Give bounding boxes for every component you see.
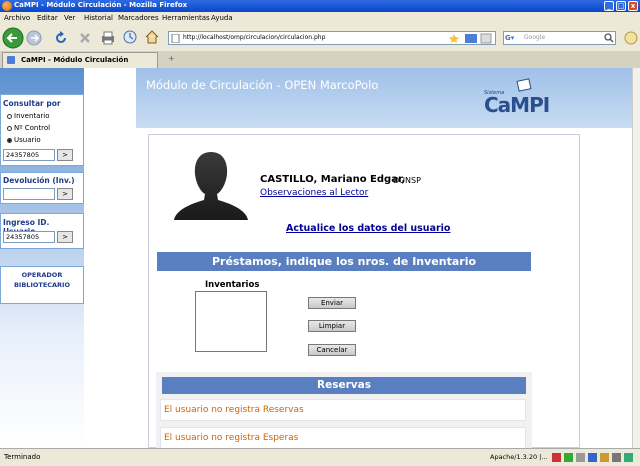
operador-line1: OPERADOR	[21, 271, 63, 279]
menu-ver[interactable]: Ver	[64, 14, 75, 22]
tab-favicon-icon	[7, 56, 15, 64]
menu-bar: Archivo Editar Ver Historial Marcadores …	[0, 12, 640, 25]
no-esperas-message: El usuario no registra Esperas	[160, 427, 526, 449]
back-forward-icon[interactable]	[2, 27, 46, 49]
enviar-button[interactable]: Enviar	[308, 297, 356, 309]
reservas-heading: Reservas	[162, 377, 526, 394]
menu-historial[interactable]: Historial	[84, 14, 113, 22]
reload-icon[interactable]	[54, 31, 68, 45]
search-placeholder: Google	[524, 34, 546, 41]
window-title: CaMPI - Módulo Circulación - Mozilla Fir…	[14, 1, 188, 9]
consultar-go-button[interactable]: >	[57, 149, 73, 161]
observaciones-link[interactable]: Observaciones al Lector	[260, 188, 368, 198]
google-icon: G▾	[505, 34, 515, 42]
menu-ayuda[interactable]: Ayuda	[211, 14, 233, 22]
devolucion-input[interactable]	[3, 188, 55, 200]
consultar-input[interactable]: 24357805	[3, 149, 55, 161]
user-avatar-icon	[174, 152, 248, 220]
menu-editar[interactable]: Editar	[37, 14, 58, 22]
bookmark-star-icon[interactable]	[449, 33, 493, 44]
page-icon	[171, 34, 180, 43]
module-title: Módulo de Circulación - OPEN MarcoPolo	[146, 78, 379, 92]
campi-logo: Sistema CaMPI	[482, 78, 562, 118]
vertical-scrollbar[interactable]	[632, 68, 640, 448]
search-box[interactable]: G▾ Google	[503, 31, 616, 45]
maximize-button[interactable]: □	[616, 1, 626, 11]
ingreso-go-button[interactable]: >	[57, 231, 73, 243]
logo-big-text: CaMPI	[484, 93, 550, 117]
stop-icon[interactable]	[78, 31, 92, 45]
print-icon[interactable]	[100, 31, 116, 45]
devolucion-go-button[interactable]: >	[57, 188, 73, 200]
extension-icon[interactable]	[624, 31, 638, 45]
tab-campi[interactable]: CaMPI - Módulo Circulación	[2, 52, 158, 68]
radio-icon	[7, 113, 12, 119]
cancelar-button[interactable]: Cancelar	[308, 344, 356, 356]
address-text: http://localhost/omp/circulacion/circula…	[183, 34, 326, 41]
user-unit: DUNSP	[393, 176, 421, 185]
status-addon-icons[interactable]	[552, 452, 636, 463]
consultar-heading: Consultar por	[3, 99, 61, 108]
search-icon[interactable]	[604, 33, 614, 43]
radio-control[interactable]: Nº Control	[7, 124, 50, 132]
status-bar: Terminado Apache/1.3.20 |...	[0, 448, 640, 466]
radio-icon	[7, 125, 12, 131]
tab-label: CaMPI - Módulo Circulación	[21, 56, 129, 64]
devolucion-heading: Devolución (Inv.)	[3, 176, 75, 185]
status-text: Terminado	[4, 453, 41, 461]
ingreso-input[interactable]: 24357805	[3, 231, 55, 243]
menu-herramientas[interactable]: Herramientas	[162, 14, 210, 22]
user-name: CASTILLO, Mariano Edgar,	[260, 174, 406, 185]
ingreso-panel: Ingreso ID. Usuario 24357805 >	[0, 213, 84, 249]
devolucion-panel: Devolución (Inv.) >	[0, 172, 84, 204]
home-icon[interactable]	[145, 30, 159, 44]
logo-document-icon	[516, 78, 532, 92]
address-bar[interactable]: http://localhost/omp/circulacion/circula…	[168, 31, 496, 45]
radio-selected-icon	[7, 137, 12, 143]
menu-archivo[interactable]: Archivo	[4, 14, 30, 22]
menu-marcadores[interactable]: Marcadores	[118, 14, 159, 22]
new-tab-icon[interactable]: +	[168, 54, 175, 63]
inventarios-label: Inventarios	[205, 280, 260, 290]
radio-inventario[interactable]: Inventario	[7, 112, 50, 120]
radio-usuario[interactable]: Usuario	[7, 136, 41, 144]
minimize-button[interactable]: _	[604, 1, 614, 11]
server-text: Apache/1.3.20 |...	[490, 453, 548, 461]
operador-panel: OPERADOR BIBLIOTECARIO	[0, 266, 84, 304]
update-user-link[interactable]: Actualice los datos del usuario	[286, 223, 450, 234]
operador-line2: BIBLIOTECARIO	[13, 281, 71, 289]
firefox-icon	[2, 1, 12, 11]
consultar-panel: Consultar por Inventario Nº Control Usua…	[0, 94, 84, 166]
limpiar-button[interactable]: Limpiar	[308, 320, 356, 332]
history-icon[interactable]	[123, 30, 137, 44]
window-title-bar: CaMPI - Módulo Circulación - Mozilla Fir…	[0, 0, 640, 12]
inventarios-textarea[interactable]	[195, 291, 267, 352]
close-button[interactable]: x	[628, 1, 638, 11]
prestamos-heading: Préstamos, indique los nros. de Inventar…	[157, 252, 531, 271]
no-reservas-message: El usuario no registra Reservas	[160, 399, 526, 421]
